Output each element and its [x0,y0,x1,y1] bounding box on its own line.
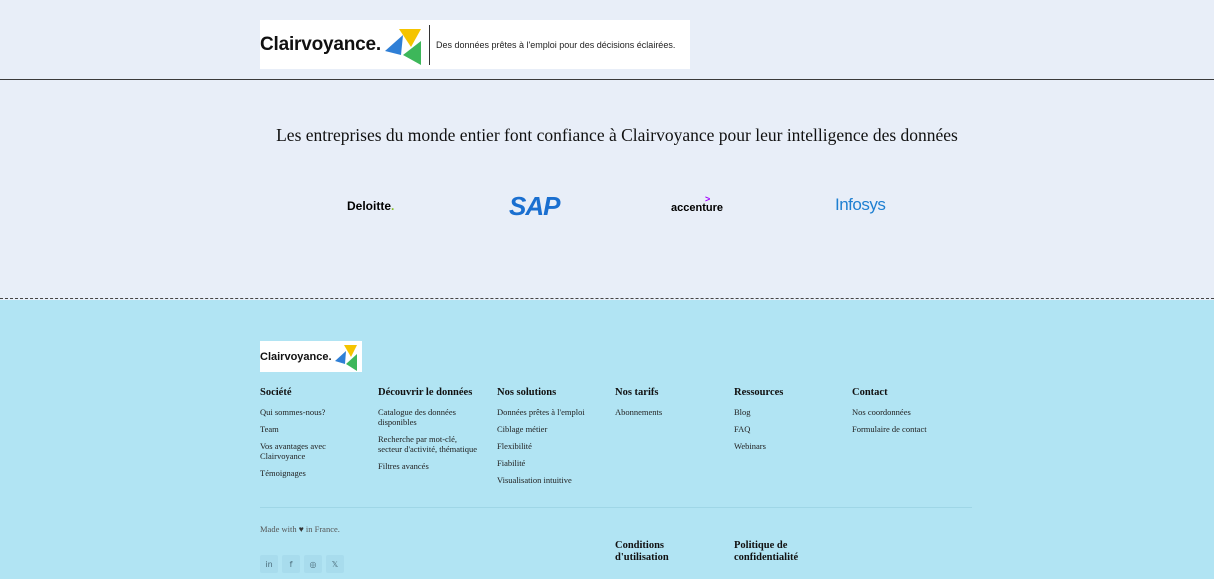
footer-link[interactable]: Catalogue des données disponibles [378,407,478,427]
facebook-icon[interactable]: f [282,555,300,573]
trust-title: Les entreprises du monde entier font con… [276,125,958,145]
footer-link[interactable]: Webinars [734,441,834,451]
site-header: Clairvoyance. Des données prêtes à l'emp… [0,0,1214,80]
header-divider [428,24,430,65]
footer-col-contact: Contact Nos coordonnées Formulaire de co… [852,387,972,441]
made-with-suffix: in France. [305,524,340,534]
made-with-prefix: Made with [260,524,297,534]
deloitte-wordmark: Deloitte [347,199,392,213]
made-with-text: Made with ♥ in France. [260,524,340,534]
footer-link[interactable]: Fiabilité [497,458,609,468]
footer-link[interactable]: Recherche par mot-clé, secteur d'activit… [378,434,478,454]
footer-col-solutions: Nos solutions Données prêtes à l'emploi … [497,387,609,492]
footer-link[interactable]: Nos coordonnées [852,407,972,417]
heart-icon: ♥ [298,524,304,534]
linkedin-icon[interactable]: in [260,555,278,573]
privacy-policy-link[interactable]: Politique de confidentialité [734,540,824,564]
infosys-logo: Infosys [835,195,886,214]
footer-col-tarifs: Nos tarifs Abonnements [615,387,715,424]
footer-col-title: Nos tarifs [615,387,659,398]
terms-link[interactable]: Conditions d'utilisation [615,540,705,564]
footer-col-decouvrir: Découvrir le données Catalogue des donné… [378,387,478,478]
footer-link[interactable]: Abonnements [615,407,715,417]
accenture-wordmark: accenture [671,202,723,214]
footer-col-title: Contact [852,387,888,398]
footer-link[interactable]: Filtres avancés [378,461,478,471]
footer-col-title: Nos solutions [497,387,557,398]
header-tagline: Des données prêtes à l'emploi pour des d… [435,39,676,50]
footer-link[interactable]: Visualisation intuitive [497,475,609,485]
sap-logo: SAP [509,191,560,221]
brand-logo-icon [384,28,421,65]
footer-col-title: Découvrir le données [378,387,473,398]
footer-link[interactable]: Données prêtes à l'emploi [497,407,609,417]
deloitte-dot: . [391,199,395,213]
footer-link[interactable]: Blog [734,407,834,417]
footer-link[interactable]: Témoignages [260,468,365,478]
header-logo-banner[interactable]: Clairvoyance. Des données prêtes à l'emp… [260,20,690,69]
social-links: in f ◎ 𝕏 [260,555,344,573]
footer-brand-logo-icon [334,344,357,371]
footer-link[interactable]: Flexibilité [497,441,609,451]
footer-divider [260,507,972,508]
footer-logo[interactable]: Clairvoyance. [260,341,362,372]
footer-link[interactable]: Qui sommes-nous? [260,407,365,417]
footer-link[interactable]: Vos avantages avec Clairvoyance [260,441,365,461]
deloitte-logo: Deloitte. [347,199,394,213]
footer-col-societe: Société Qui sommes-nous? Team Vos avanta… [260,387,365,485]
footer-brand-name: Clairvoyance. [260,350,332,363]
accenture-logo: > accenture [671,194,723,214]
footer-link[interactable]: Team [260,424,365,434]
footer-col-title: Société [260,387,292,398]
footer-link[interactable]: Formulaire de contact [852,424,972,434]
x-icon[interactable]: 𝕏 [326,555,344,573]
site-footer: Clairvoyance. Société Qui sommes-nous? T… [0,300,1214,579]
instagram-icon[interactable]: ◎ [304,555,322,573]
footer-col-title: Ressources [734,387,784,398]
footer-link[interactable]: FAQ [734,424,834,434]
footer-col-ressources: Ressources Blog FAQ Webinars [734,387,834,458]
footer-link[interactable]: Ciblage métier [497,424,609,434]
accenture-accent-icon: > [705,194,711,204]
trust-section: Les entreprises du monde entier font con… [0,81,1214,299]
brand-name: Clairvoyance. [260,33,381,55]
